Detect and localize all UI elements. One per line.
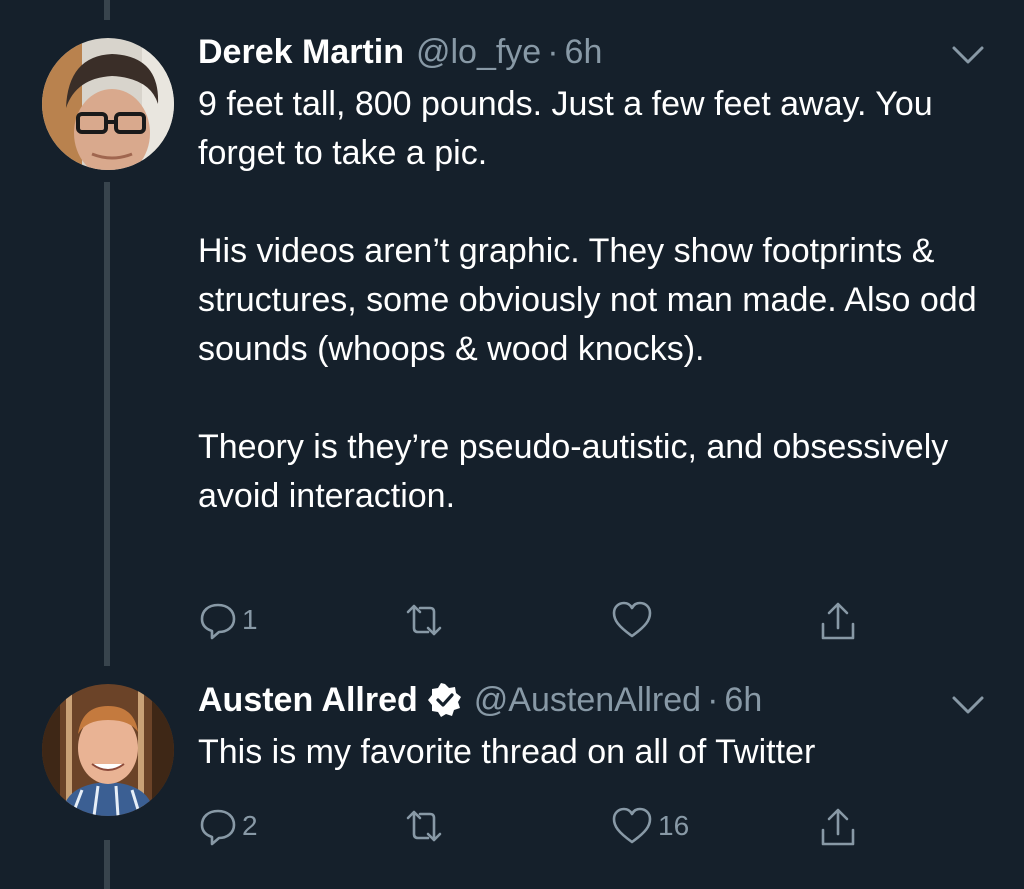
- share-button[interactable]: [818, 600, 858, 642]
- retweet-button[interactable]: [402, 600, 450, 640]
- chevron-down-icon[interactable]: [950, 692, 986, 718]
- author-name[interactable]: Derek Martin: [198, 32, 404, 72]
- avatar[interactable]: [42, 684, 174, 816]
- separator: ·: [707, 681, 719, 719]
- timestamp[interactable]: 6h: [724, 680, 762, 720]
- like-button[interactable]: [610, 600, 658, 640]
- tweet-text: 9 feet tall, 800 pounds. Just a few feet…: [198, 80, 998, 521]
- retweet-button[interactable]: [402, 806, 450, 846]
- tweet-actions: 1: [198, 600, 878, 644]
- share-icon: [818, 806, 858, 848]
- like-count: 16: [658, 810, 690, 841]
- thread-line-middle: [104, 182, 110, 666]
- tweet-paragraph: 9 feet tall, 800 pounds. Just a few feet…: [198, 85, 933, 172]
- like-icon: [610, 806, 654, 846]
- share-icon: [818, 600, 858, 642]
- reply-button[interactable]: 2: [198, 806, 258, 846]
- chevron-down-icon[interactable]: [950, 42, 986, 68]
- reply-icon: [198, 600, 238, 640]
- timestamp[interactable]: 6h: [565, 32, 603, 72]
- retweet-icon: [402, 600, 446, 640]
- tweet-actions: 2 16: [198, 806, 878, 850]
- like-icon: [610, 600, 654, 640]
- author-handle[interactable]: @AustenAllred: [474, 680, 701, 720]
- tweet-text: This is my favorite thread on all of Twi…: [198, 728, 998, 777]
- tweet-paragraph: This is my favorite thread on all of Twi…: [198, 733, 816, 771]
- retweet-icon: [402, 806, 446, 846]
- tweet-header: Derek Martin @lo_fye · 6h: [198, 32, 602, 72]
- thread-line-bottom: [104, 840, 110, 889]
- author-handle[interactable]: @lo_fye: [416, 32, 541, 72]
- thread-line-top: [104, 0, 110, 20]
- tweet-header: Austen Allred @AustenAllred · 6h: [198, 680, 762, 720]
- reply-button[interactable]: 1: [198, 600, 258, 640]
- reply-count: 1: [242, 604, 258, 635]
- tweet-paragraph: His videos aren’t graphic. They show foo…: [198, 232, 977, 368]
- reply-icon: [198, 806, 238, 846]
- reply-count: 2: [242, 810, 258, 841]
- tweet-paragraph: Theory is they’re pseudo-autistic, and o…: [198, 428, 949, 515]
- avatar[interactable]: [42, 38, 174, 170]
- author-name[interactable]: Austen Allred: [198, 680, 418, 720]
- like-button[interactable]: 16: [610, 806, 689, 846]
- share-button[interactable]: [818, 806, 858, 848]
- verified-badge-icon: [427, 683, 462, 717]
- separator: ·: [547, 33, 559, 71]
